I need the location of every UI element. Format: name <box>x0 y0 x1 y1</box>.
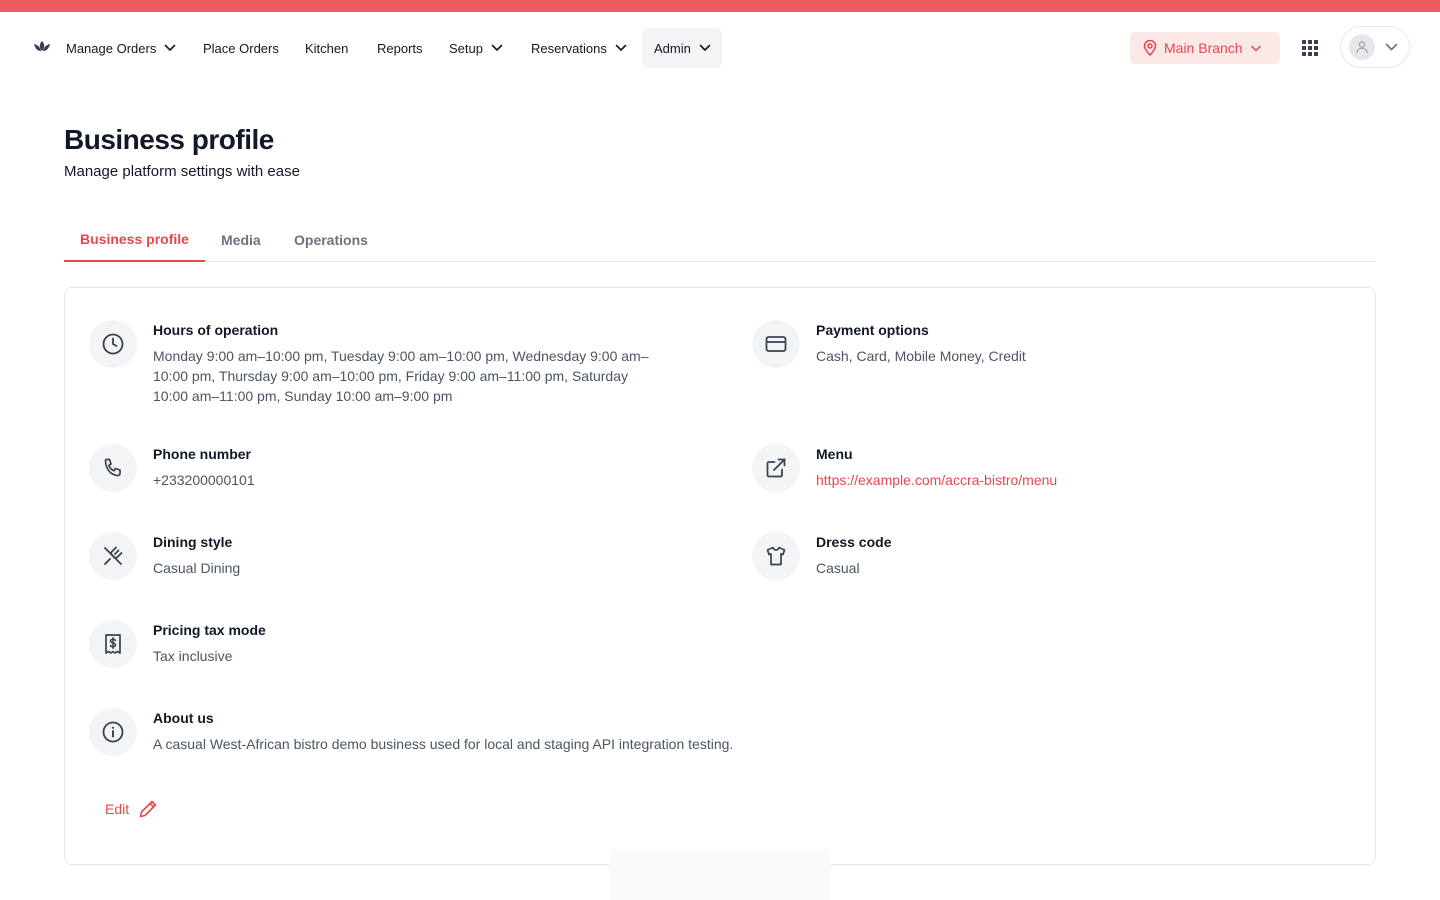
profile-tabs: Business profile Media Operations <box>64 218 1376 262</box>
hours-value-line: 10:00 pm, Thursday 9:00 am–10:00 pm, Fri… <box>153 368 628 384</box>
branch-name: Main Branch <box>1164 40 1243 56</box>
nav-setup-label: Setup <box>449 40 483 56</box>
bottom-overlay-panel <box>610 850 830 900</box>
tax-value: Tax inclusive <box>153 648 233 664</box>
grid-apps-icon[interactable] <box>1300 38 1320 58</box>
nav-kitchen-label: Kitchen <box>305 40 349 56</box>
page-subtitle: Manage platform settings with ease <box>64 163 300 180</box>
tab-business-profile[interactable]: Business profile <box>64 218 205 262</box>
menu-link: Menu https://example.com/accra-bistro/me… <box>752 444 1312 504</box>
nav-admin-label: Admin <box>654 40 691 56</box>
hours-label: Hours of operation <box>153 322 279 338</box>
map-pin-icon <box>1143 40 1157 56</box>
chevron-down-icon <box>699 44 711 52</box>
nav-setup[interactable]: Setup <box>449 28 503 68</box>
user-menu-button[interactable] <box>1340 26 1410 68</box>
chevron-down-icon <box>164 44 176 52</box>
hours-value-line: 10:00 am–11:00 pm, Sunday 10:00 am–9:00 … <box>153 388 453 404</box>
external-link-icon <box>752 444 800 492</box>
nav-reports-label: Reports <box>377 40 423 56</box>
dining-label: Dining style <box>153 534 233 550</box>
about-label: About us <box>153 710 214 726</box>
nav-place-orders-label: Place Orders <box>203 40 279 56</box>
shirt-icon <box>752 532 800 580</box>
user-avatar-icon <box>1349 34 1375 60</box>
dress-label: Dress code <box>816 534 892 550</box>
nav-place-orders[interactable]: Place Orders <box>203 28 279 68</box>
chevron-down-icon <box>491 44 503 52</box>
pencil-icon <box>138 799 158 819</box>
payment-value: Cash, Card, Mobile Money, Credit <box>816 348 1026 364</box>
pricing-tax-mode: Pricing tax mode Tax inclusive <box>89 620 649 680</box>
nav-reservations[interactable]: Reservations <box>531 28 627 68</box>
phone-label: Phone number <box>153 446 252 462</box>
edit-profile-button[interactable]: Edit <box>105 799 158 819</box>
nav-reservations-label: Reservations <box>531 40 607 56</box>
chevron-down-icon <box>1250 45 1261 52</box>
clock-icon <box>89 320 137 368</box>
nav-reports[interactable]: Reports <box>377 28 423 68</box>
payment-label: Payment options <box>816 322 929 338</box>
hours-value-line: Monday 9:00 am–10:00 pm, Tuesday 9:00 am… <box>153 348 649 364</box>
tab-operations[interactable]: Operations <box>294 218 368 262</box>
payment-options: Payment options Cash, Card, Mobile Money… <box>752 320 1312 380</box>
about-value: A casual West-African bistro demo busine… <box>153 736 734 752</box>
dining-style: Dining style Casual Dining <box>89 532 649 592</box>
phone-number: Phone number +233200000101 <box>89 444 649 504</box>
tab-media[interactable]: Media <box>221 218 261 262</box>
hours-of-operation: Hours of operation Monday 9:00 am–10:00 … <box>89 320 709 410</box>
utensils-crossed-icon <box>89 532 137 580</box>
top-navbar: Manage Orders Place Orders Kitchen Repor… <box>0 12 1440 84</box>
business-profile-card: Hours of operation Monday 9:00 am–10:00 … <box>64 287 1376 865</box>
lotus-logo-icon[interactable] <box>32 39 52 53</box>
page-title: Business profile <box>64 124 274 155</box>
top-accent-bar <box>0 0 1440 12</box>
nav-manage-orders-label: Manage Orders <box>66 40 157 56</box>
edit-label: Edit <box>105 801 130 817</box>
info-icon <box>89 708 137 756</box>
dining-value: Casual Dining <box>153 560 241 576</box>
about-us: About us A casual West-African bistro de… <box>89 708 989 768</box>
nav-manage-orders[interactable]: Manage Orders <box>66 28 176 68</box>
dress-value: Casual <box>816 560 860 576</box>
chevron-down-icon <box>615 44 627 52</box>
hours-value: Monday 9:00 am–10:00 pm, Tuesday 9:00 am… <box>153 346 649 406</box>
phone-value: +233200000101 <box>153 472 255 488</box>
tax-label: Pricing tax mode <box>153 622 266 638</box>
menu-url-link[interactable]: https://example.com/accra-bistro/menu <box>816 470 1057 490</box>
dress-code: Dress code Casual <box>752 532 1312 592</box>
nav-kitchen[interactable]: Kitchen <box>305 28 348 68</box>
phone-icon <box>89 444 137 492</box>
branch-selector-button[interactable]: Main Branch <box>1130 32 1280 64</box>
menu-label: Menu <box>816 446 853 462</box>
chevron-down-icon <box>1385 43 1398 51</box>
receipt-icon <box>89 620 137 668</box>
nav-admin[interactable]: Admin <box>642 28 722 68</box>
credit-card-icon <box>752 320 800 368</box>
